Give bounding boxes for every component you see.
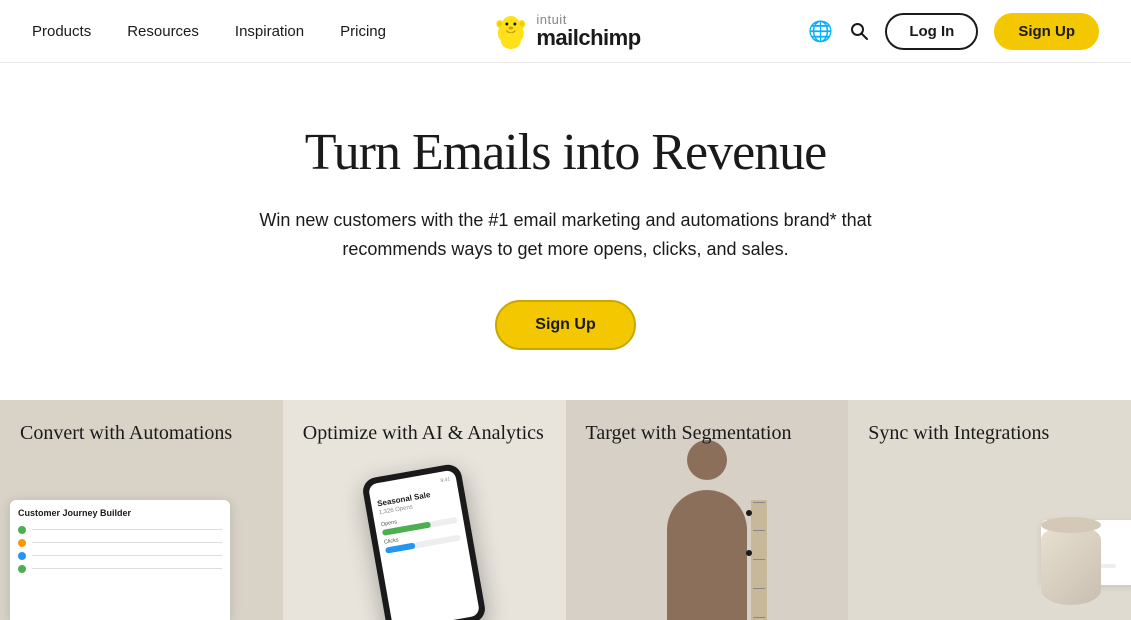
feature-automations[interactable]: Convert with Automations Customer Journe… — [0, 400, 283, 620]
login-button[interactable]: Log In — [885, 13, 978, 50]
phone-screen: 9:41 Seasonal Sale 1,326 Opens Opens Cli… — [368, 469, 480, 620]
person-head — [687, 440, 727, 480]
feature-ai-analytics-title: Optimize with AI & Analytics — [303, 422, 546, 445]
ruler-mark — [753, 588, 765, 589]
signup-nav-button[interactable]: Sign Up — [994, 13, 1099, 50]
logo[interactable]: intuit mailchimp — [490, 11, 640, 51]
feature-automations-title: Convert with Automations — [20, 422, 263, 445]
jb-dot-orange — [18, 539, 26, 547]
nav-pricing[interactable]: Pricing — [340, 23, 386, 40]
jb-step-2 — [18, 539, 222, 547]
jb-dot-green — [18, 526, 26, 534]
jb-step-3 — [18, 552, 222, 560]
jb-connector — [32, 542, 222, 543]
feature-segmentation-title: Target with Segmentation — [586, 422, 829, 445]
nav-resources[interactable]: Resources — [127, 23, 199, 40]
feature-ai-analytics[interactable]: Optimize with AI & Analytics 9:41 Season… — [283, 400, 566, 620]
jb-step-4 — [18, 565, 222, 573]
jb-connector — [32, 555, 222, 556]
jb-step-1 — [18, 526, 222, 534]
logo-name: mailchimp — [536, 27, 640, 49]
ruler-dot-bottom — [746, 550, 752, 556]
jb-connector — [32, 568, 222, 569]
ruler-mark — [753, 617, 765, 618]
jb-dot-green2 — [18, 565, 26, 573]
jb-dot-blue — [18, 552, 26, 560]
globe-button[interactable]: 🌐 — [808, 19, 833, 44]
jb-connector — [32, 529, 222, 530]
logo-icon — [490, 11, 530, 51]
person-silhouette — [667, 490, 747, 620]
feature-integrations-title: Sync with Integrations — [868, 422, 1111, 445]
integrations-mockup — [1031, 500, 1111, 600]
nav-left: Products Resources Inspiration Pricing — [32, 23, 386, 40]
nav-right: 🌐 Log In Sign Up — [808, 13, 1099, 50]
ruler-mark — [753, 559, 765, 560]
ruler-mark — [753, 530, 765, 531]
segmentation-mockup — [647, 460, 767, 620]
feature-row: Convert with Automations Customer Journe… — [0, 400, 1131, 620]
hero-heading: Turn Emails into Revenue — [40, 123, 1091, 182]
feature-segmentation[interactable]: Target with Segmentation — [566, 400, 849, 620]
search-button[interactable] — [849, 21, 869, 41]
ruler-dot-top — [746, 510, 752, 516]
automations-mockup: Customer Journey Builder — [0, 480, 283, 620]
nav-inspiration[interactable]: Inspiration — [235, 23, 304, 40]
navigation: Products Resources Inspiration Pricing — [0, 0, 1131, 63]
signup-hero-button[interactable]: Sign Up — [495, 300, 635, 350]
ruler-mark — [753, 502, 765, 503]
hero-section: Turn Emails into Revenue Win new custome… — [0, 63, 1131, 400]
search-icon — [849, 21, 869, 41]
hero-subheading: Win new customers with the #1 email mark… — [246, 206, 886, 264]
cylinder-shape — [1041, 525, 1101, 605]
phone-mockup: 9:41 Seasonal Sale 1,326 Opens Opens Cli… — [361, 462, 487, 619]
nav-products[interactable]: Products — [32, 23, 91, 40]
feature-integrations[interactable]: Sync with Integrations — [848, 400, 1131, 620]
ruler — [751, 500, 767, 620]
phone-frame: 9:41 Seasonal Sale 1,326 Opens Opens Cli… — [361, 462, 487, 619]
journey-builder-title: Customer Journey Builder — [18, 508, 222, 518]
